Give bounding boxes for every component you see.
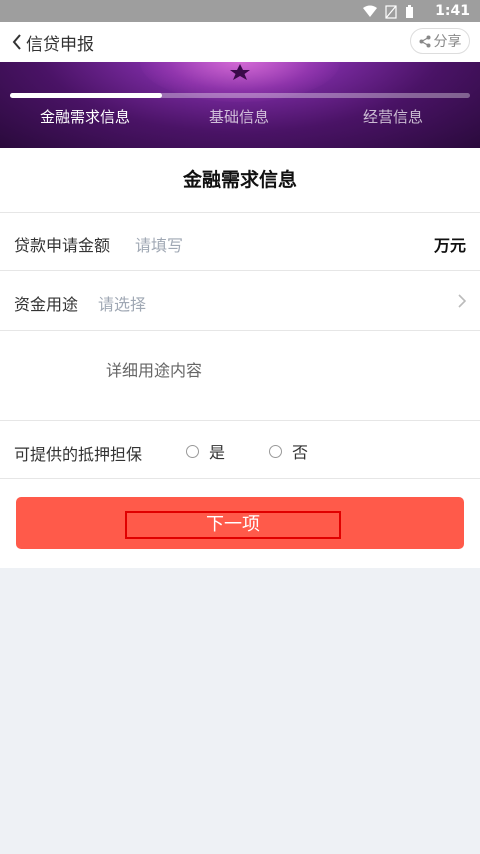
- header-banner: 金融需求信息 基础信息 经营信息: [0, 62, 480, 148]
- collateral-option-yes-label: 是: [209, 443, 226, 462]
- chevron-right-icon: [458, 294, 466, 308]
- loan-amount-unit: 万元: [433, 236, 466, 255]
- wifi-icon: [363, 5, 377, 17]
- fund-usage-label: 资金用途: [14, 295, 79, 314]
- collateral-option-no-label: 否: [292, 443, 309, 462]
- no-signal-icon: [385, 5, 397, 19]
- step-tabs: 金融需求信息 基础信息 经营信息: [0, 106, 480, 130]
- step-tab-finance[interactable]: 金融需求信息: [40, 106, 130, 127]
- collateral-row: 可提供的抵押担保 是 否: [0, 420, 480, 478]
- usage-detail-row: 详细用途内容: [0, 330, 480, 420]
- fund-usage-row[interactable]: 资金用途 请选择: [0, 270, 480, 330]
- status-bar: 1:41: [0, 0, 480, 22]
- step-tab-business[interactable]: 经营信息: [363, 106, 423, 127]
- step-progress: [10, 93, 470, 98]
- next-button-label: 下一项: [125, 511, 341, 539]
- share-icon: [419, 35, 430, 47]
- nav-bar: 信贷申报 分享: [0, 22, 480, 62]
- share-label: 分享: [433, 34, 462, 50]
- fund-usage-select[interactable]: 请选择: [98, 291, 146, 315]
- loan-amount-label: 贷款申请金额: [14, 236, 111, 255]
- usage-detail-textarea[interactable]: 详细用途内容: [106, 357, 202, 381]
- form-title: 金融需求信息: [182, 169, 297, 191]
- battery-icon: [406, 5, 413, 18]
- step-progress-fill: [10, 93, 162, 98]
- status-icons: [362, 4, 432, 19]
- star-icon: [230, 64, 250, 80]
- collateral-label: 可提供的抵押担保: [14, 445, 143, 464]
- share-button[interactable]: 分享: [410, 28, 470, 54]
- radio-icon: [269, 444, 282, 458]
- status-time: 1:41: [435, 3, 470, 19]
- radio-icon: [186, 444, 199, 458]
- back-button[interactable]: 信贷申报: [12, 30, 94, 55]
- chevron-left-icon: [12, 34, 21, 50]
- collateral-option-no[interactable]: 否: [269, 439, 308, 463]
- page-title: 信贷申报: [26, 34, 94, 55]
- collateral-option-yes[interactable]: 是: [186, 439, 225, 463]
- next-button[interactable]: 下一项: [16, 497, 464, 549]
- form-card: 金融需求信息 贷款申请金额 请填写 万元 资金用途 请选择 详细用途内容 可提供…: [0, 148, 480, 568]
- step-tab-basic[interactable]: 基础信息: [209, 106, 269, 127]
- loan-amount-input[interactable]: 请填写: [135, 232, 183, 256]
- divider: [0, 478, 480, 479]
- loan-amount-row[interactable]: 贷款申请金额 请填写 万元: [0, 212, 480, 270]
